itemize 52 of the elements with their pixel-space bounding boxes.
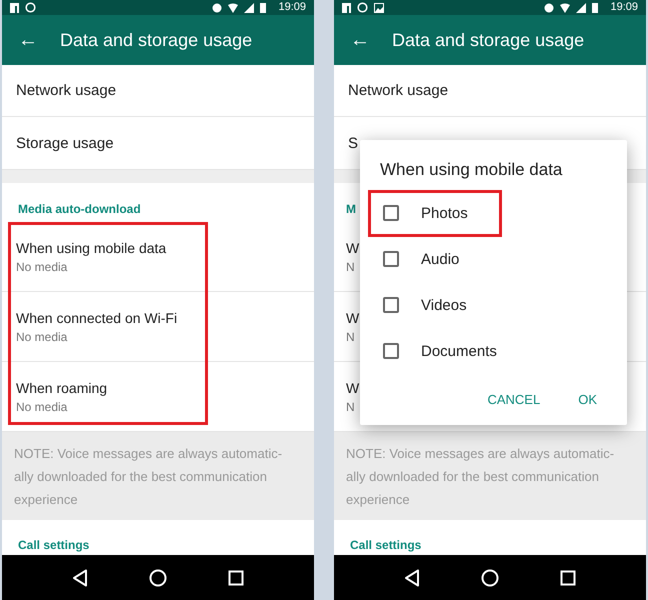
- back-nav-button[interactable]: [72, 568, 88, 586]
- row-subtitle: No media: [16, 400, 68, 414]
- section-header: Media auto-download: [18, 202, 141, 216]
- checkbox[interactable]: [383, 343, 399, 359]
- dialog-title: When using mobile data: [380, 160, 562, 181]
- row-title: W: [346, 240, 360, 256]
- row-title: W: [346, 380, 360, 396]
- row-title: When using mobile data: [16, 240, 168, 256]
- home-button[interactable]: [480, 568, 499, 586]
- back-button[interactable]: ←: [18, 28, 38, 52]
- home-button[interactable]: [148, 568, 167, 586]
- note-text: NOTE: Voice messages are always automatic-ally downloaded for the best communication experience: [2, 432, 314, 520]
- option-label: Audio: [421, 250, 460, 268]
- back-button[interactable]: ←: [350, 28, 370, 52]
- checkbox[interactable]: [383, 251, 399, 267]
- row-subtitle: No media: [16, 260, 68, 274]
- signal-icon: [576, 2, 586, 12]
- recents-button[interactable]: [228, 570, 244, 586]
- screen-title: Data and storage usage: [60, 30, 252, 50]
- option-label: Photos: [421, 204, 468, 222]
- checkbox[interactable]: [383, 297, 399, 313]
- wifi-icon: [228, 2, 238, 12]
- option-label: Documents: [421, 342, 497, 360]
- settings-item[interactable]: Network usage: [334, 65, 646, 117]
- dialog-button[interactable]: OK: [570, 388, 605, 411]
- signal-icon: [244, 2, 254, 12]
- row-title: When roaming: [16, 380, 108, 396]
- dialog-button[interactable]: CANCEL: [479, 388, 548, 411]
- row-subtitle: N: [346, 330, 356, 344]
- battery-icon: [260, 2, 266, 13]
- note-text: NOTE: Voice messages are always automatic-ally downloaded for the best communication experience: [334, 432, 646, 520]
- settings-item[interactable]: Storage usage: [2, 117, 314, 170]
- row-title: When connected on Wi-Fi: [16, 310, 178, 326]
- row-title: W: [346, 310, 360, 326]
- status-time: 19:09: [278, 0, 306, 15]
- section-header: Call settings: [18, 538, 90, 552]
- battery-icon: [592, 2, 598, 13]
- section-header: M: [346, 202, 356, 216]
- row-subtitle: N: [346, 260, 356, 274]
- back-nav-button[interactable]: [404, 568, 420, 586]
- status-time: 19:09: [610, 0, 638, 15]
- settings-row[interactable]: When connected on Wi-Fi No media: [2, 292, 314, 362]
- row-subtitle: No media: [16, 330, 68, 344]
- checkbox[interactable]: [383, 205, 399, 221]
- screen-title: Data and storage usage: [392, 30, 584, 50]
- recents-button[interactable]: [560, 570, 576, 586]
- image-icon: [374, 2, 384, 12]
- wifi-icon: [560, 2, 570, 12]
- section-header: Call settings: [350, 538, 422, 552]
- settings-row[interactable]: When using mobile data No media: [2, 222, 314, 292]
- settings-item[interactable]: Network usage: [2, 65, 314, 117]
- option-label: Videos: [421, 296, 467, 314]
